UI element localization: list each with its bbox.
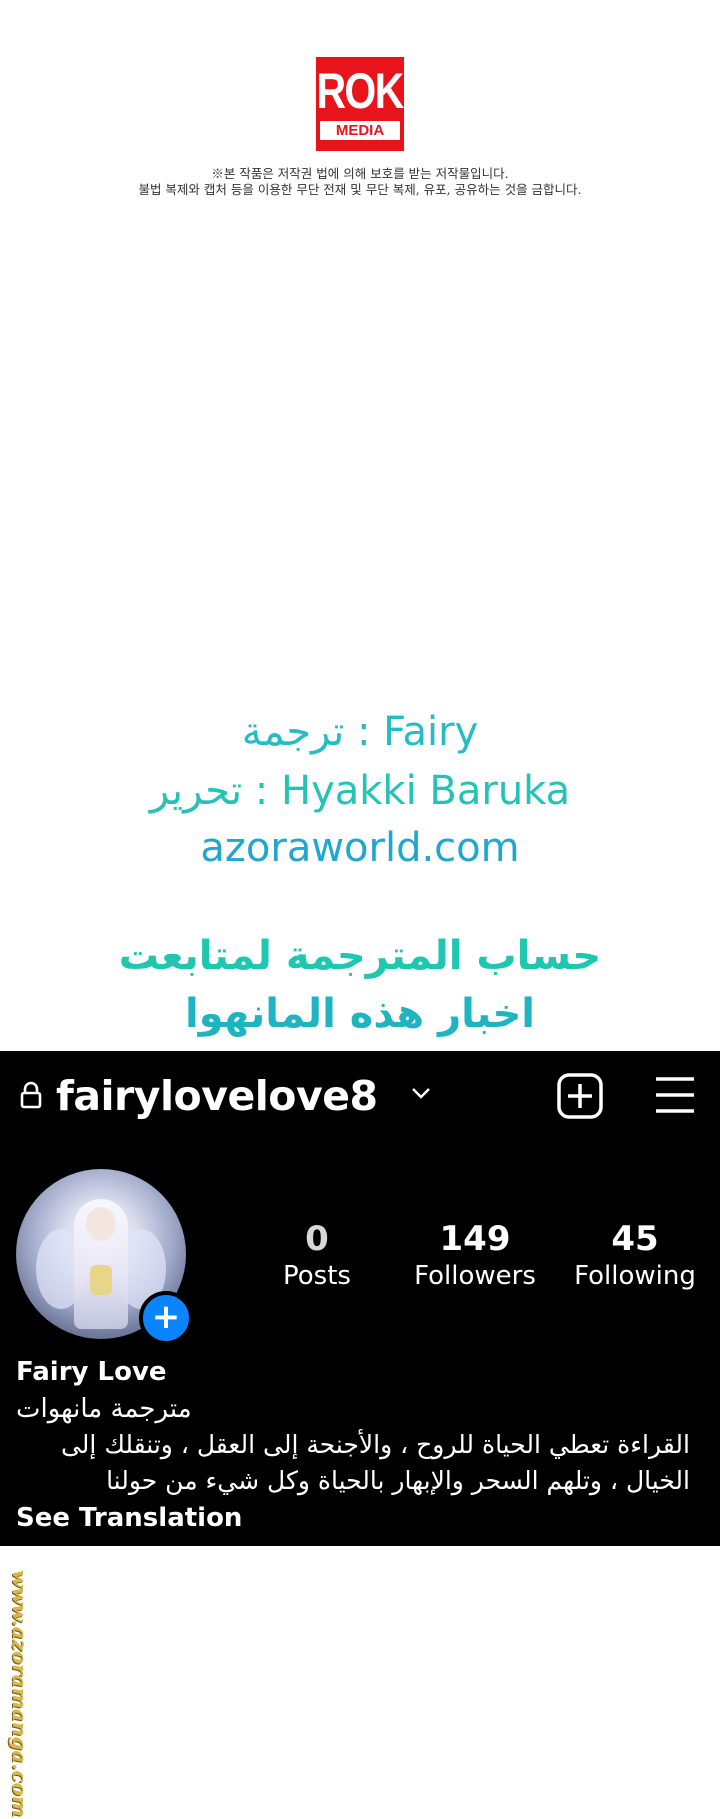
credit-editing: تحرير : Hyakki Baruka <box>149 768 571 814</box>
chevron-down-icon[interactable] <box>410 1085 432 1101</box>
copyright-notice: ※본 작품은 저작권 법에 의해 보호를 받는 저작물입니다. 불법 복제와 캡… <box>0 166 720 198</box>
credit-follow-line-2: اخبار هذه المانهوا <box>185 991 535 1037</box>
copyright-line-1: ※본 작품은 저작권 법에 의해 보호를 받는 저작물입니다. <box>211 166 509 181</box>
stat-following[interactable]: 45 Following <box>565 1219 705 1293</box>
logo-subtext: MEDIA <box>320 121 400 140</box>
profile-header: fairylovelove8 <box>0 1051 720 1141</box>
credit-translation: ترجمة : Fairy <box>241 709 479 755</box>
stat-followers[interactable]: 149 Followers <box>405 1219 545 1293</box>
instagram-profile: fairylovelove8 + 0 Posts 149 Followers 4… <box>0 1051 720 1546</box>
bio-line-1: القراءة تعطي الحياة للروح ، والأجنحة إلى… <box>60 1430 690 1459</box>
lock-icon <box>20 1081 42 1109</box>
see-translation-link[interactable]: See Translation <box>16 1501 706 1535</box>
site-watermark: www.azoramanga.com <box>6 1570 36 1817</box>
posts-label: Posts <box>283 1261 351 1291</box>
copyright-line-2: 불법 복제와 캡처 등을 이용한 무단 전재 및 무단 복제, 유포, 공유하는… <box>138 182 582 197</box>
bio-text: القراءة تعطي الحياة للروح ، والأجنحة إلى… <box>16 1427 690 1499</box>
following-count: 45 <box>611 1219 659 1259</box>
profile-category: مترجمة مانهوات <box>16 1394 192 1424</box>
stat-posts[interactable]: 0 Posts <box>262 1219 372 1293</box>
credit-site: azoraworld.com <box>200 825 520 871</box>
followers-label: Followers <box>414 1261 536 1291</box>
username-switcher[interactable]: fairylovelove8 <box>56 1071 378 1121</box>
followers-count: 149 <box>439 1219 511 1259</box>
posts-count: 0 <box>305 1219 329 1259</box>
following-label: Following <box>574 1261 696 1291</box>
plus-icon[interactable]: + <box>139 1291 193 1345</box>
display-name: Fairy Love <box>16 1357 167 1387</box>
plus-square-icon[interactable] <box>557 1073 603 1119</box>
credit-follow-line-1: حساب المترجمة لمتابعت <box>118 933 602 979</box>
bio-line-2: الخيال ، وتلهم السحر والإبهار بالحياة وك… <box>106 1466 690 1495</box>
hamburger-menu-icon[interactable] <box>654 1075 696 1115</box>
logo-text: ROK <box>316 63 405 119</box>
rok-media-logo: ROK MEDIA <box>316 57 405 151</box>
watermark-text: www.azoramanga.com <box>8 1570 32 1818</box>
